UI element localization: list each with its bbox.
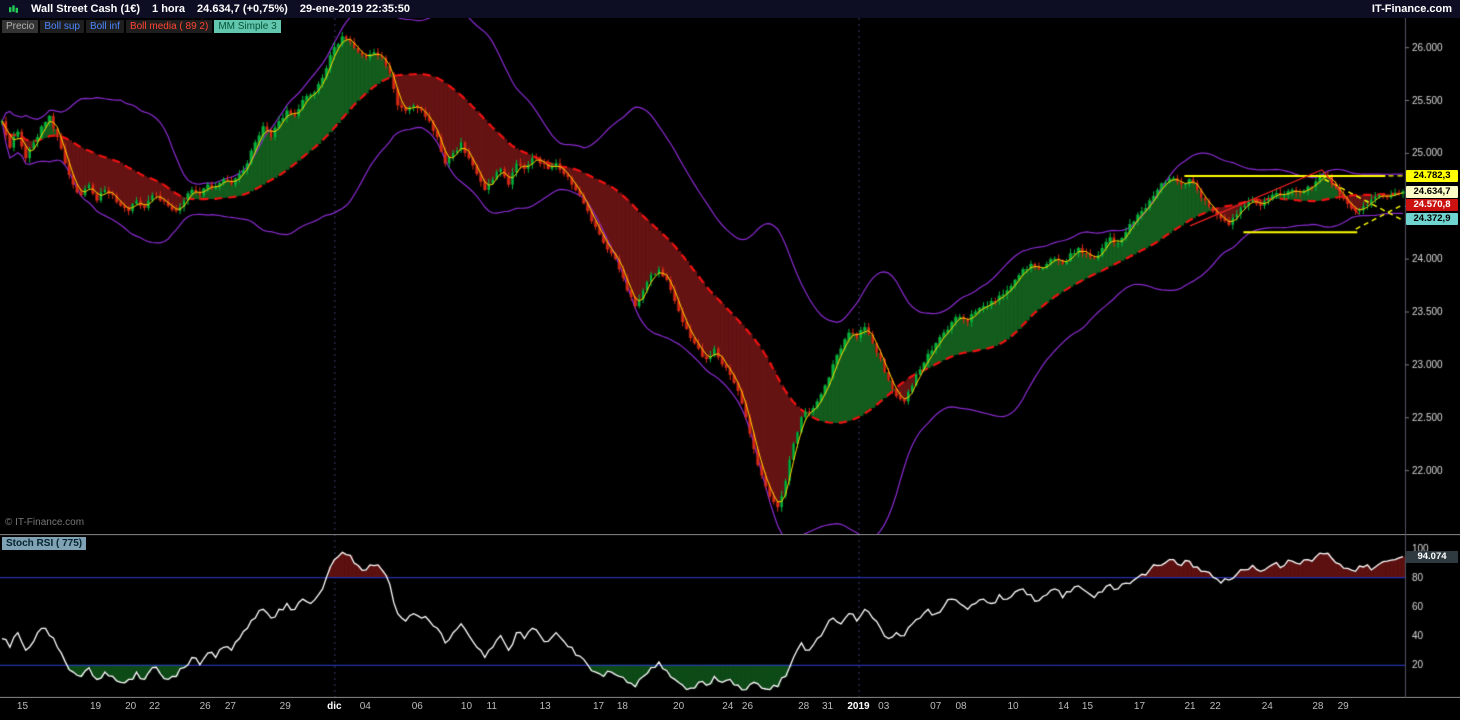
date-axis-label: 10 (996, 701, 1030, 712)
date-axis: 15192022262729dic04061011131718202426283… (0, 698, 1460, 720)
title-bar: Wall Street Cash (1€) 1 hora 24.634,7 (+… (0, 0, 1460, 18)
indicator-chip-row: PrecioBoll supBoll infBoll media ( 89 2)… (2, 20, 281, 33)
date-axis-label: 06 (400, 701, 434, 712)
chart-icon (8, 4, 19, 15)
datetime-label: 29-ene-2019 22:35:50 (300, 3, 410, 15)
app-window: Wall Street Cash (1€) 1 hora 24.634,7 (+… (0, 0, 1460, 720)
instrument-title: Wall Street Cash (1€) (31, 3, 140, 15)
date-axis-label: 22 (1198, 701, 1232, 712)
price-change: 24.634,7 (+0,75%) (197, 3, 288, 15)
date-axis-label: 18 (605, 701, 639, 712)
stoch-canvas[interactable] (0, 534, 1460, 698)
brand-label: IT-Finance.com (1372, 3, 1452, 15)
date-axis-label: 13 (528, 701, 562, 712)
indicator-chip-mm-simple-3[interactable]: MM Simple 3 (214, 20, 280, 33)
date-axis-label: 15 (5, 701, 39, 712)
timeframe-label: 1 hora (152, 3, 185, 15)
date-axis-label: 29 (268, 701, 302, 712)
date-axis-label: 29 (1326, 701, 1360, 712)
date-axis-label: 04 (348, 701, 382, 712)
indicator-chip-precio[interactable]: Precio (2, 20, 38, 33)
date-axis-label: 31 (811, 701, 845, 712)
stoch-indicator-label[interactable]: Stoch RSI ( 775) (2, 537, 86, 550)
date-axis-label: 26 (730, 701, 764, 712)
date-axis-label: 24 (1250, 701, 1284, 712)
date-axis-label: 20 (662, 701, 696, 712)
date-axis-label: dic (317, 701, 351, 712)
date-axis-label: 03 (867, 701, 901, 712)
date-axis-label: 22 (138, 701, 172, 712)
stoch-panel: Stoch RSI ( 775) 94.074 (0, 534, 1460, 698)
date-axis-label: 15 (1070, 701, 1104, 712)
date-axis-label: 08 (944, 701, 978, 712)
indicator-chip-boll-inf[interactable]: Boll inf (86, 20, 124, 33)
date-axis-label: 11 (475, 701, 509, 712)
indicator-chip-boll-sup[interactable]: Boll sup (40, 20, 84, 33)
indicator-chip-boll-media-89-2[interactable]: Boll media ( 89 2) (126, 20, 212, 33)
date-axis-label: 19 (79, 701, 113, 712)
date-axis-label: 27 (213, 701, 247, 712)
watermark: © IT-Finance.com (5, 517, 84, 528)
main-chart-area: PrecioBoll supBoll infBoll media ( 89 2)… (0, 18, 1460, 534)
stoch-value-badge: 94.074 (1406, 551, 1458, 563)
main-chart-canvas[interactable] (0, 18, 1460, 534)
date-axis-label: 17 (1122, 701, 1156, 712)
